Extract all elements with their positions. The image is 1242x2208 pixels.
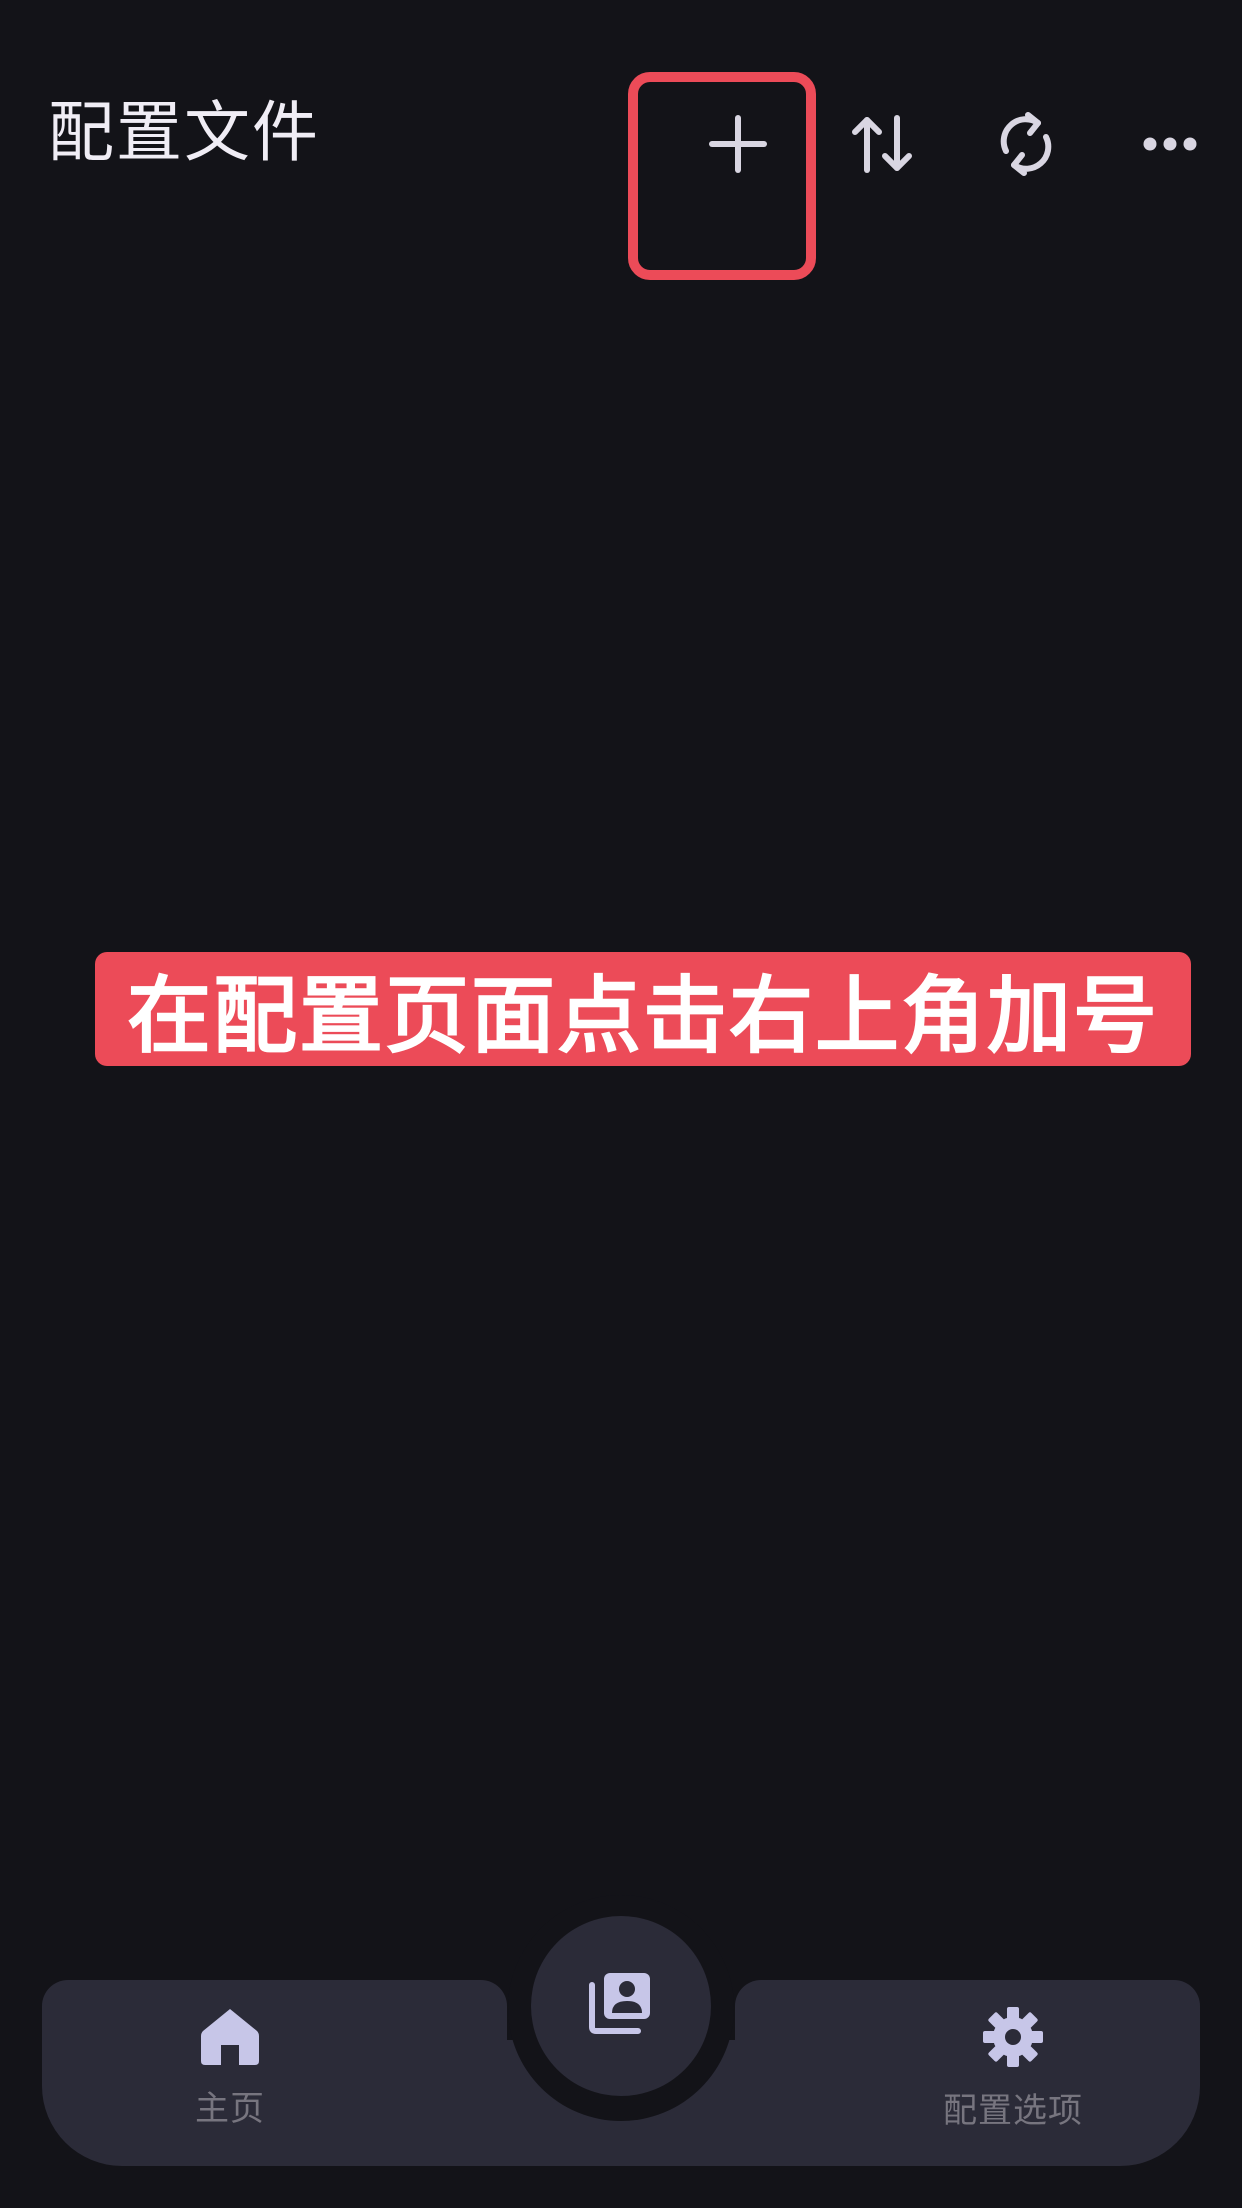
nav-label-home: 主页 bbox=[195, 2089, 265, 2129]
sort-button[interactable] bbox=[836, 98, 928, 190]
refresh-button[interactable] bbox=[980, 98, 1072, 190]
nav-item-profiles[interactable] bbox=[531, 1916, 711, 2096]
more-icon bbox=[1143, 137, 1197, 151]
home-icon bbox=[201, 2009, 259, 2065]
nav-label-settings: 配置选项 bbox=[943, 2091, 1083, 2131]
nav-item-home[interactable]: 主页 bbox=[130, 2005, 330, 2130]
page-title: 配置文件 bbox=[48, 94, 320, 171]
instruction-banner: 在配置页面点击右上角加号 bbox=[95, 952, 1191, 1066]
nav-item-settings[interactable]: 配置选项 bbox=[913, 2005, 1113, 2132]
sort-icon bbox=[852, 115, 912, 173]
more-button[interactable] bbox=[1124, 98, 1216, 190]
gear-icon bbox=[983, 2007, 1043, 2067]
refresh-icon bbox=[1000, 112, 1052, 176]
profiles-icon bbox=[589, 1973, 650, 2034]
highlight-box bbox=[628, 72, 816, 280]
